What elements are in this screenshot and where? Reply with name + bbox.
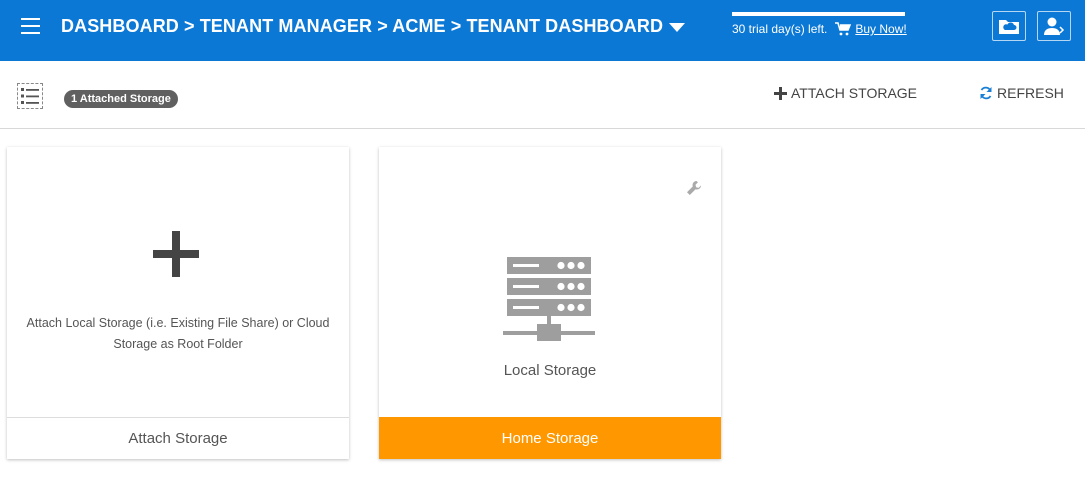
attached-storage-badge: 1 Attached Storage — [64, 90, 178, 108]
cloud-folder-button[interactable] — [992, 11, 1026, 41]
attach-storage-button[interactable]: ATTACH STORAGE — [774, 85, 917, 101]
caret-down-icon[interactable] — [669, 23, 686, 32]
menu-icon[interactable] — [21, 18, 40, 34]
plus-icon[interactable] — [153, 231, 199, 277]
toolbar: 1 Attached Storage ATTACH STORAGE REFRES… — [0, 61, 1085, 129]
attach-storage-footer[interactable]: Attach Storage — [7, 417, 349, 459]
attach-storage-card[interactable]: Attach Local Storage (i.e. Existing File… — [7, 147, 349, 459]
refresh-icon — [980, 86, 992, 100]
plus-icon — [774, 86, 787, 100]
list-view-icon[interactable] — [17, 83, 43, 109]
storage-name: Local Storage — [503, 362, 597, 379]
refresh-label: REFRESH — [997, 85, 1064, 101]
trial-progress-bar — [732, 12, 905, 16]
breadcrumb[interactable]: DASHBOARD > TENANT MANAGER > ACME > TENA… — [61, 16, 686, 37]
wrench-icon[interactable] — [686, 180, 702, 196]
trial-status: 30 trial day(s) left. Buy Now! — [732, 22, 907, 36]
user-icon — [1044, 17, 1065, 35]
server-icon — [503, 257, 595, 341]
trial-days-text: 30 trial day(s) left. — [732, 22, 828, 36]
attach-storage-label: ATTACH STORAGE — [791, 85, 918, 101]
buy-now-link[interactable]: Buy Now! — [855, 22, 906, 36]
cart-icon[interactable] — [835, 22, 852, 36]
home-storage-card[interactable]: Local Storage Home Storage — [379, 147, 721, 459]
breadcrumb-text[interactable]: DASHBOARD > TENANT MANAGER > ACME > TENA… — [61, 16, 663, 37]
top-bar: DASHBOARD > TENANT MANAGER > ACME > TENA… — [0, 0, 1085, 61]
user-menu-button[interactable] — [1037, 11, 1071, 41]
attach-storage-description: Attach Local Storage (i.e. Existing File… — [26, 316, 330, 351]
refresh-button[interactable]: REFRESH — [979, 85, 1064, 101]
cloud-folder-icon — [999, 20, 1019, 34]
home-storage-footer[interactable]: Home Storage — [379, 417, 721, 459]
